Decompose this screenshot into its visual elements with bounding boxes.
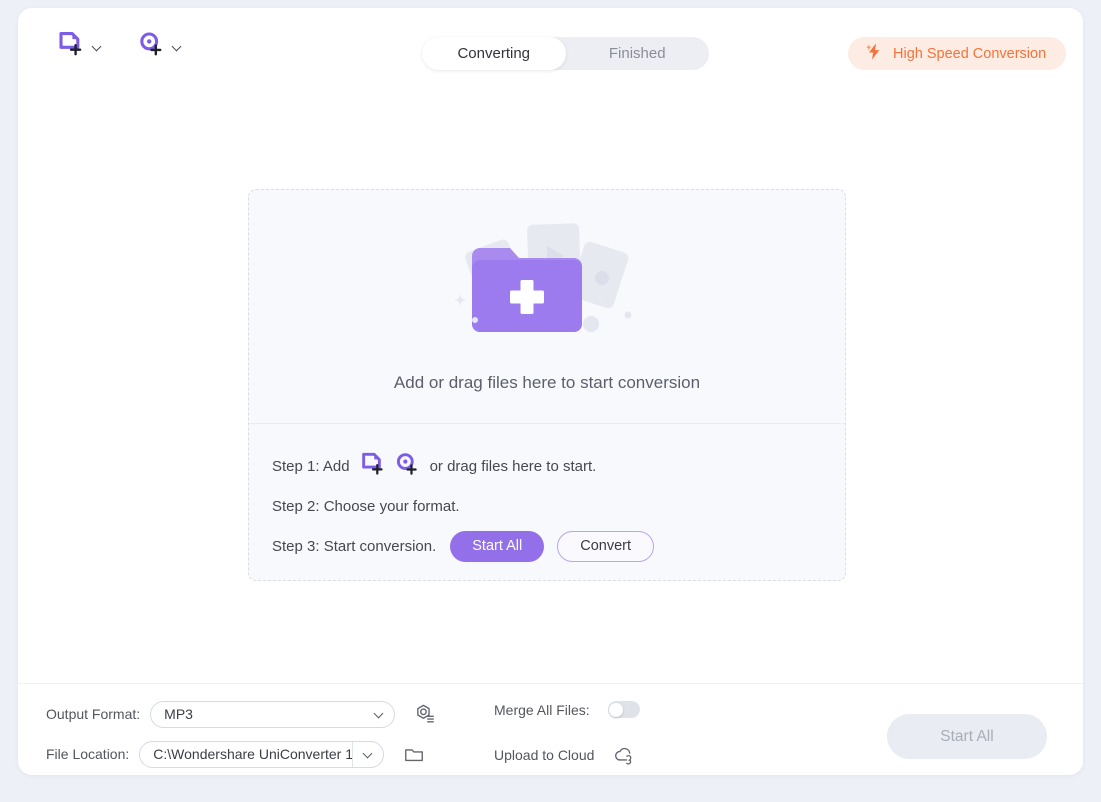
add-file-icon xyxy=(56,29,86,64)
tab-converting[interactable]: Converting xyxy=(422,37,566,70)
step-1-row: Step 1: Add or drag files here to start. xyxy=(272,446,845,486)
output-format-label: Output Format: xyxy=(46,706,141,722)
cloud-upload-icon[interactable] xyxy=(610,741,638,769)
high-speed-conversion-badge[interactable]: High Speed Conversion xyxy=(848,37,1067,70)
merge-all-files-toggle[interactable] xyxy=(607,701,640,718)
add-disc-icon xyxy=(136,29,166,64)
file-location-select[interactable]: C:\Wondershare UniConverter 1 xyxy=(139,740,385,768)
steps-list: Step 1: Add or drag files here to start.… xyxy=(249,424,845,566)
drop-prompt-text: Add or drag files here to start conversi… xyxy=(393,373,701,392)
toggle-knob xyxy=(609,702,624,717)
folder-plus-illustration xyxy=(442,218,652,350)
chevron-down-icon[interactable] xyxy=(352,741,383,767)
step-1-suffix: or drag files here to start. xyxy=(429,457,597,475)
step-1-prefix: Step 1: Add xyxy=(272,457,350,475)
file-drop-card[interactable]: Add or drag files here to start conversi… xyxy=(248,189,846,581)
add-file-icon[interactable] xyxy=(359,450,387,482)
chevron-down-icon[interactable] xyxy=(173,42,182,51)
toolbar xyxy=(52,26,186,67)
high-speed-conversion-label: High Speed Conversion xyxy=(893,45,1047,62)
file-location-value: C:\Wondershare UniConverter 1 xyxy=(153,746,353,762)
output-format-value: MP3 xyxy=(164,706,193,722)
drop-area[interactable]: Add or drag files here to start conversi… xyxy=(249,190,845,424)
add-files-tool[interactable] xyxy=(52,26,106,67)
status-tabs: Converting Finished xyxy=(422,37,709,70)
upload-to-cloud-label: Upload to Cloud xyxy=(494,747,595,763)
step-3-label: Step 3: Start conversion. xyxy=(272,537,437,555)
step-1-icons xyxy=(359,450,421,482)
file-location-label: File Location: xyxy=(46,746,130,762)
add-disc-icon[interactable] xyxy=(393,450,421,482)
convert-button[interactable]: Convert xyxy=(557,530,655,562)
chevron-down-icon[interactable] xyxy=(364,702,394,727)
chevron-down-icon[interactable] xyxy=(93,42,102,51)
start-all-button[interactable]: Start All xyxy=(450,530,545,562)
lightning-bolt-icon xyxy=(865,42,884,66)
output-format-select[interactable]: MP3 xyxy=(150,700,396,728)
format-settings-icon[interactable] xyxy=(411,700,439,728)
step-2-row: Step 2: Choose your format. xyxy=(272,486,845,526)
main-content: Add or drag files here to start conversi… xyxy=(18,75,1083,683)
start-all-main-button[interactable]: Start All xyxy=(887,714,1047,759)
bottom-toolbar: Output Format: MP3 File Location: C:\Won… xyxy=(18,683,1083,775)
app-header: Converting Finished High Speed Conversio… xyxy=(18,8,1083,76)
upload-to-cloud-row[interactable]: Upload to Cloud xyxy=(494,741,638,769)
file-location-row: File Location: C:\Wondershare UniConvert… xyxy=(46,740,428,768)
app-window: Converting Finished High Speed Conversio… xyxy=(18,8,1083,775)
folder-icon[interactable] xyxy=(400,740,428,768)
step-3-row: Step 3: Start conversion. Start All Conv… xyxy=(272,526,845,566)
add-disc-tool[interactable] xyxy=(132,26,186,67)
tab-finished[interactable]: Finished xyxy=(566,37,710,70)
step-2-label: Step 2: Choose your format. xyxy=(272,497,460,515)
merge-all-files-row: Merge All Files: xyxy=(494,701,640,718)
output-format-row: Output Format: MP3 xyxy=(46,700,439,728)
merge-all-files-label: Merge All Files: xyxy=(494,701,590,718)
